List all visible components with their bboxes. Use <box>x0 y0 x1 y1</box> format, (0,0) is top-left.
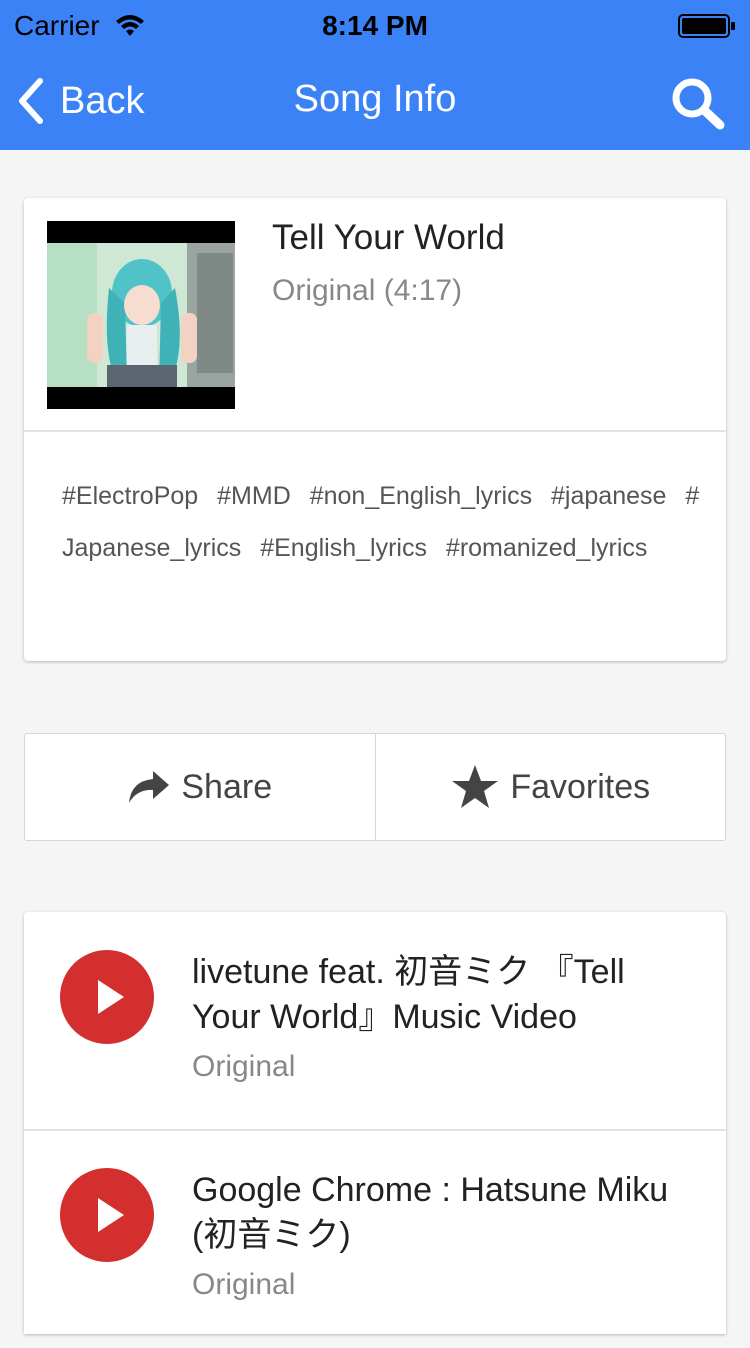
play-icon <box>60 1168 154 1262</box>
favorites-button[interactable]: Favorites <box>374 734 726 840</box>
tag-romanized-lyrics[interactable]: #romanized_lyrics <box>446 534 647 562</box>
video-item-2[interactable]: Google Chrome : Hatsune Miku (初音ミク) Orig… <box>24 1131 726 1348</box>
battery-icon <box>678 14 735 38</box>
back-button[interactable]: Back <box>16 76 144 126</box>
share-label: Share <box>181 767 273 806</box>
tag-list: #ElectroPop #MMD #non_English_lyrics #ja… <box>62 470 702 574</box>
status-time: 8:14 PM <box>322 10 428 41</box>
tag-english-lyrics[interactable]: #English_lyrics <box>260 534 427 562</box>
play-icon <box>60 950 154 1044</box>
video-subtitle: Original <box>192 1050 296 1083</box>
status-bar: Carrier 8:14 PM <box>0 0 750 50</box>
video-item-1[interactable]: livetune feat. 初音ミク 『Tell Your World』Mus… <box>24 912 726 1129</box>
card-divider <box>24 430 726 432</box>
song-title: Tell Your World <box>272 218 505 257</box>
navigation-bar: Back Song Info <box>0 50 750 150</box>
tag-japanese[interactable]: #japanese <box>551 482 666 510</box>
action-bar: Share Favorites <box>24 733 726 841</box>
song-subtitle: Original (4:17) <box>272 274 463 307</box>
song-thumbnail[interactable] <box>47 221 235 409</box>
video-list: livetune feat. 初音ミク 『Tell Your World』Mus… <box>24 912 726 1334</box>
star-icon <box>452 765 499 808</box>
song-info-card: Tell Your World Original (4:17) #Electro… <box>24 198 726 661</box>
back-chevron-icon <box>19 78 43 124</box>
share-icon <box>129 771 170 803</box>
video-subtitle: Original <box>192 1268 296 1301</box>
back-label: Back <box>60 79 145 122</box>
video-title: livetune feat. 初音ミク 『Tell Your World』Mus… <box>192 953 625 1036</box>
favorites-label: Favorites <box>510 767 651 806</box>
thumbnail-image <box>47 243 235 387</box>
share-button[interactable]: Share <box>25 734 375 840</box>
search-icon[interactable] <box>668 76 728 130</box>
tag-non-english-lyrics[interactable]: #non_English_lyrics <box>310 482 532 510</box>
tag-mmd[interactable]: #MMD <box>217 482 291 510</box>
tag-electropop[interactable]: #ElectroPop <box>62 482 198 510</box>
video-title: Google Chrome : Hatsune Miku (初音ミク) <box>192 1171 669 1254</box>
